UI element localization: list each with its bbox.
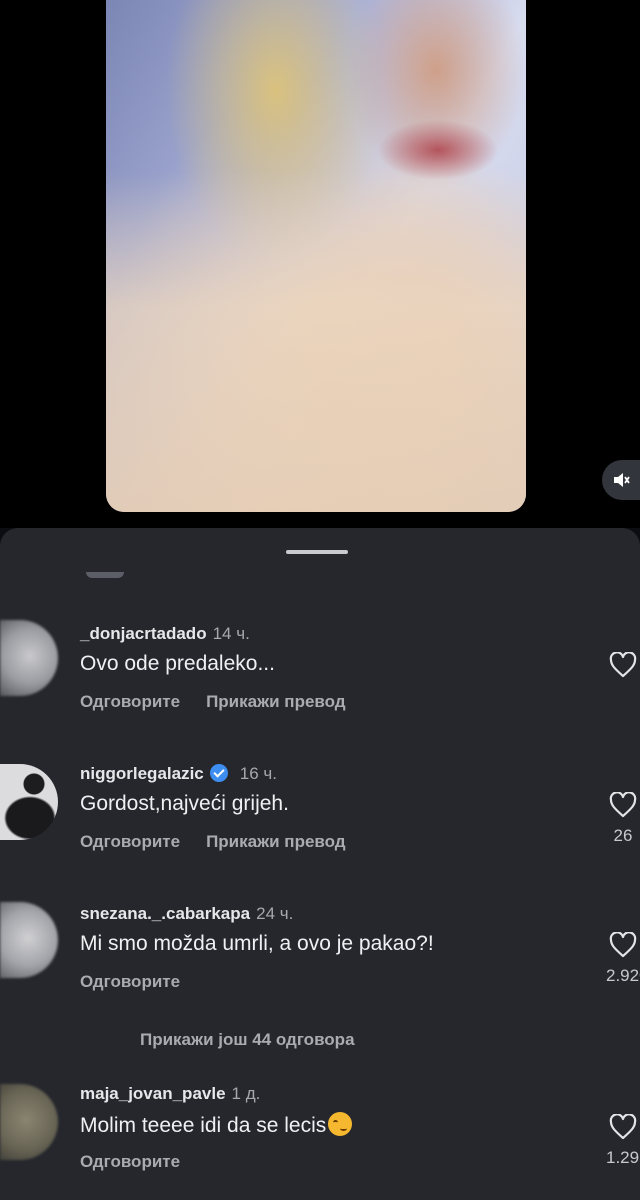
comment-time: 1 д.	[231, 1084, 261, 1103]
comment-time: 14 ч.	[212, 624, 250, 643]
avatar[interactable]	[0, 902, 58, 978]
video-area[interactable]	[0, 0, 640, 528]
like-button[interactable]: 26	[606, 792, 640, 846]
video-player[interactable]	[106, 0, 526, 512]
comment-text-content: Molim teeee idi da se lecis	[80, 1114, 327, 1137]
comment-username[interactable]: _donjacrtadado	[80, 624, 207, 643]
reply-button[interactable]: Одговорите	[80, 692, 180, 711]
comment-time: 16 ч.	[239, 764, 277, 783]
comment-username[interactable]: snezana._.cabarkapa	[80, 904, 250, 923]
like-button[interactable]	[606, 652, 640, 678]
speaker-mute-icon	[614, 473, 630, 487]
like-button[interactable]: 1.298	[606, 1114, 640, 1168]
video-content	[106, 172, 526, 512]
comment-username[interactable]: maja_jovan_pavle	[80, 1084, 226, 1103]
mute-button[interactable]	[602, 460, 640, 500]
avatar	[86, 572, 124, 578]
like-count: 1.298	[606, 1148, 640, 1167]
avatar[interactable]	[0, 764, 58, 840]
reply-button[interactable]: Одговорите	[80, 972, 180, 991]
show-translation-button[interactable]: Прикажи превод	[206, 692, 346, 711]
comments-sheet: _donjacrtadado 14 ч. Ovo ode predaleko...…	[0, 528, 640, 1200]
comment-meta: maja_jovan_pavle 1 д.	[80, 1084, 260, 1104]
show-translation-button[interactable]: Прикажи превод	[206, 832, 346, 851]
heart-icon	[609, 652, 637, 678]
like-count: 2.920	[606, 966, 640, 985]
comment-text: Gordost,najveći grijeh.	[80, 792, 289, 815]
like-button[interactable]: 2.920	[606, 932, 640, 986]
comment-meta: snezana._.cabarkapa 24 ч.	[80, 904, 293, 924]
like-count: 26	[613, 826, 633, 845]
reply-button[interactable]: Одговорите	[80, 832, 180, 851]
comment-text: Ovo ode predaleko...	[80, 652, 275, 675]
heart-icon	[609, 792, 637, 818]
smirk-emoji-icon	[328, 1112, 353, 1136]
comment-actions: Одговорите Прикажи превод	[80, 692, 372, 712]
comment-actions: Одговорите	[80, 972, 206, 992]
comment-actions: Одговорите Прикажи превод	[80, 832, 372, 852]
avatar[interactable]	[0, 1084, 58, 1160]
drag-handle[interactable]	[286, 550, 348, 554]
comment-actions: Одговорите	[80, 1152, 206, 1172]
heart-icon	[609, 1114, 637, 1140]
comment-meta: _donjacrtadado 14 ч.	[80, 624, 250, 644]
show-more-replies-button[interactable]: Прикажи још 44 одговора	[140, 1030, 355, 1050]
heart-icon	[609, 932, 637, 958]
comment-text: Mi smo možda umrli, a ovo je pakao?!	[80, 932, 434, 955]
avatar[interactable]	[0, 620, 58, 696]
comment-time: 24 ч.	[256, 904, 294, 923]
comment-meta: niggorlegalazic 16 ч.	[80, 764, 277, 784]
verified-badge-icon	[209, 764, 228, 782]
comment-username[interactable]: niggorlegalazic	[80, 764, 204, 783]
reply-button[interactable]: Одговорите	[80, 1152, 180, 1171]
comment-text: Molim teeee idi da se lecis	[80, 1112, 353, 1138]
